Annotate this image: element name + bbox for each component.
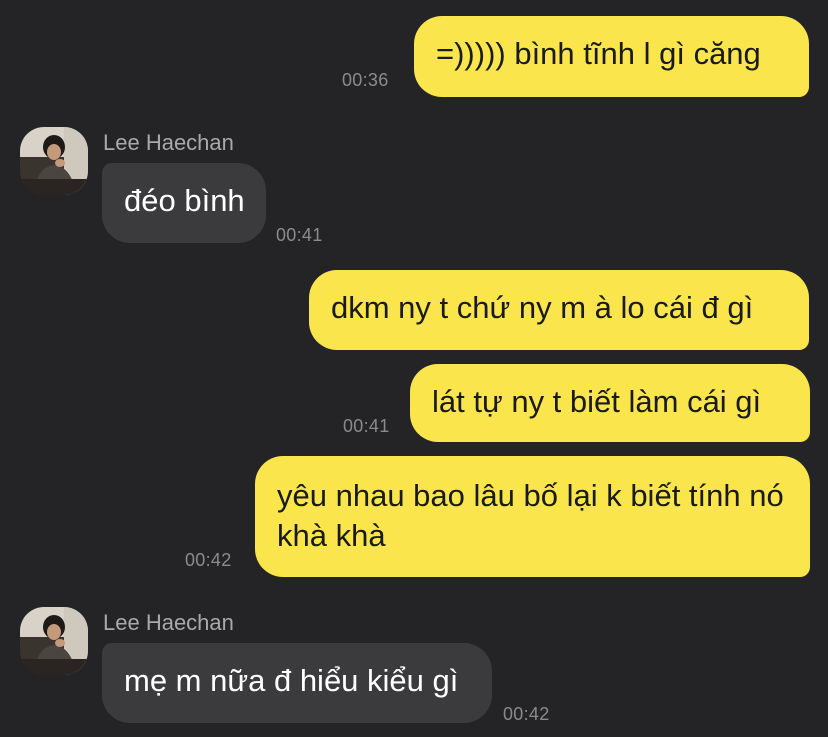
- avatar-photo-icon: [20, 127, 88, 195]
- outgoing-message-bubble[interactable]: yêu nhau bao lâu bố lại k biết tính nó k…: [255, 456, 810, 577]
- outgoing-message-bubble[interactable]: dkm ny t chứ ny m à lo cái đ gì: [309, 270, 809, 350]
- chat-thread[interactable]: 00:36 =))))) bình tĩnh l gì căng Lee Hae…: [0, 0, 828, 737]
- message-timestamp: 00:42: [185, 550, 232, 570]
- incoming-message-bubble[interactable]: đéo bình: [102, 163, 266, 243]
- outgoing-message-bubble[interactable]: =))))) bình tĩnh l gì căng: [414, 16, 809, 97]
- avatar-photo-icon: [20, 607, 88, 675]
- sender-name: Lee Haechan: [103, 610, 234, 635]
- message-timestamp: 00:36: [342, 70, 389, 90]
- incoming-message-bubble[interactable]: mẹ m nữa đ hiểu kiểu gì: [102, 643, 492, 723]
- outgoing-message-bubble[interactable]: lát tự ny t biết làm cái gì: [410, 364, 810, 442]
- message-timestamp: 00:41: [276, 225, 323, 245]
- sender-avatar[interactable]: [20, 127, 88, 195]
- sender-name: Lee Haechan: [103, 130, 234, 155]
- sender-avatar[interactable]: [20, 607, 88, 675]
- message-timestamp: 00:41: [343, 416, 390, 436]
- message-timestamp: 00:42: [503, 704, 550, 724]
